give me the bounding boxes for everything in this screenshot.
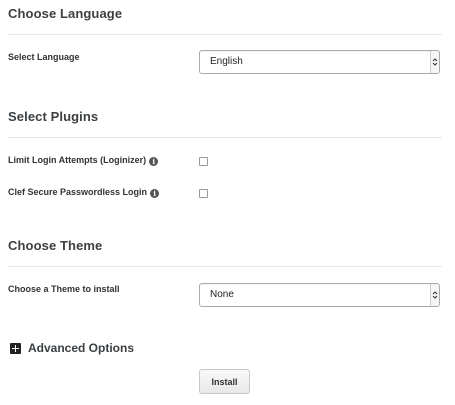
theme-select[interactable]: None [199, 283, 440, 307]
plugin-label-clef: Clef Secure Passwordless Login i [8, 187, 160, 198]
advanced-options-label: Advanced Options [28, 341, 135, 355]
divider [8, 266, 442, 267]
theme-select-value: None [210, 289, 234, 300]
chevron-updown-icon [430, 284, 439, 306]
section-title-plugins: Select Plugins [8, 109, 99, 124]
divider [8, 137, 442, 138]
install-options-form: Choose Language Select Language English … [0, 0, 455, 405]
info-circle-icon[interactable]: i [150, 189, 160, 198]
plugin-label-text: Clef Secure Passwordless Login [8, 187, 148, 197]
language-select[interactable]: English [199, 50, 440, 74]
plugin-checkbox-loginizer[interactable] [199, 157, 208, 166]
section-title-theme: Choose Theme [8, 238, 103, 253]
plus-square-icon [10, 342, 21, 354]
divider [8, 34, 442, 35]
plugin-label-text: Limit Login Attempts (Loginizer) [8, 155, 147, 165]
select-language-label: Select Language [8, 52, 80, 62]
plugin-label-loginizer: Limit Login Attempts (Loginizer) i [8, 155, 159, 166]
advanced-options-toggle[interactable]: Advanced Options [10, 341, 134, 355]
chevron-updown-icon [430, 51, 439, 73]
choose-theme-label: Choose a Theme to install [8, 284, 120, 294]
plugin-checkbox-clef[interactable] [199, 189, 208, 198]
section-title-language: Choose Language [8, 6, 123, 21]
info-circle-icon[interactable]: i [149, 157, 159, 166]
install-button[interactable]: Install [199, 369, 250, 394]
language-select-value: English [210, 56, 243, 67]
